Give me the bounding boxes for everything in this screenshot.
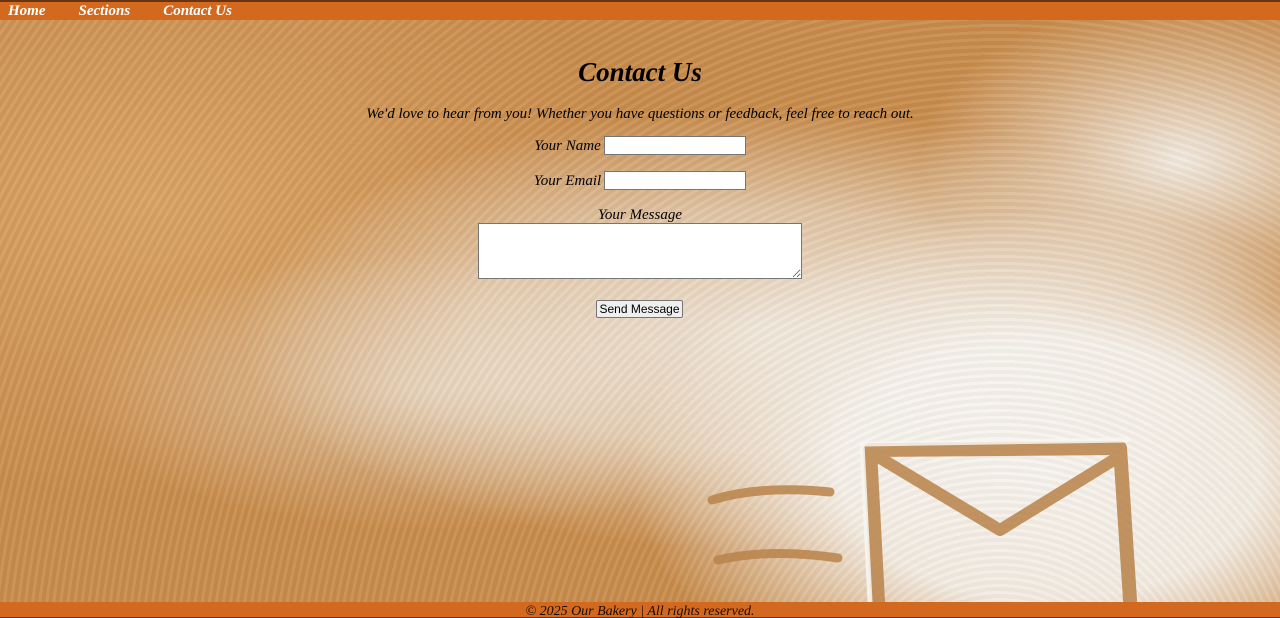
message-textarea[interactable] [478, 223, 802, 279]
top-nav: Home Sections Contact Us [0, 0, 1280, 20]
footer: © 2025 Our Bakery | All rights reserved. [0, 602, 1280, 618]
nav-contact-link[interactable]: Contact Us [163, 2, 232, 20]
copyright-text: © 2025 Our Bakery | All rights reserved. [525, 604, 755, 618]
name-label: Your Name [534, 137, 601, 154]
name-input[interactable] [603, 136, 746, 155]
nav-home-link[interactable]: Home [8, 2, 46, 20]
email-input[interactable] [604, 171, 747, 190]
contact-section: Contact Us We'd love to hear from you! W… [0, 20, 1280, 602]
nav-sections-link[interactable]: Sections [79, 2, 131, 20]
email-label: Your Email [533, 172, 602, 189]
message-label: Your Message [597, 207, 683, 223]
send-message-button[interactable]: Send Message [596, 300, 683, 318]
intro-text: We'd love to hear from you! Whether you … [366, 106, 914, 122]
page-title: Contact Us [578, 57, 702, 87]
email-row: Your Email [0, 171, 1280, 190]
name-row: Your Name [0, 136, 1280, 155]
